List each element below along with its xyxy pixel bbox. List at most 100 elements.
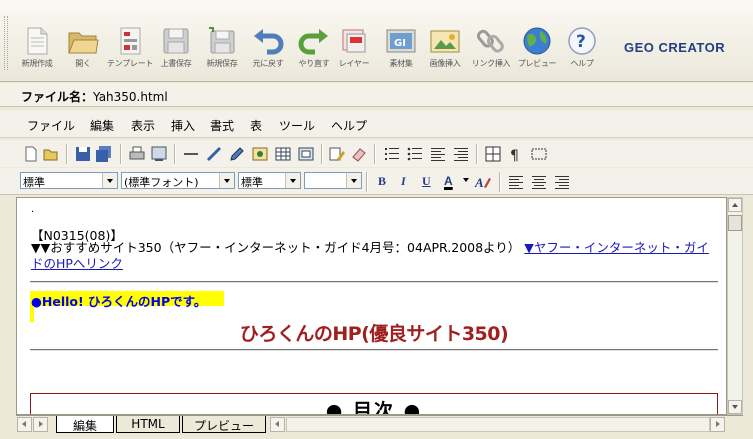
color-select[interactable] bbox=[304, 172, 362, 189]
dot-text: . bbox=[31, 204, 35, 215]
align-left-icon[interactable] bbox=[507, 173, 525, 191]
insert-link-button[interactable]: リンク挿入 bbox=[468, 26, 514, 78]
save-disk-icon[interactable] bbox=[74, 145, 92, 163]
svg-text:?: ? bbox=[576, 32, 586, 52]
intro-text: ▼▼おすすめサイト350（ヤフー・インターネット・ガイド4月号：04APR.20… bbox=[31, 240, 521, 255]
menu-insert[interactable]: 挿入 bbox=[171, 117, 195, 134]
menu-file[interactable]: ファイル bbox=[27, 117, 75, 134]
image-icon[interactable] bbox=[251, 145, 269, 163]
menu-edit[interactable]: 編集 bbox=[90, 117, 114, 134]
hscroll-right-button[interactable] bbox=[710, 417, 725, 432]
align-center-icon[interactable] bbox=[530, 173, 548, 191]
paragraph-style-select[interactable]: 標準 bbox=[20, 172, 118, 189]
help-label: ヘルプ bbox=[570, 59, 594, 68]
table-icon[interactable] bbox=[274, 145, 292, 163]
bold-button[interactable]: B bbox=[378, 174, 386, 189]
paragraph-mark-icon[interactable]: ¶ bbox=[506, 145, 524, 163]
save-as-icon bbox=[209, 27, 235, 54]
save-all-icon[interactable] bbox=[95, 145, 113, 163]
preview-button[interactable]: プレビュー bbox=[514, 26, 560, 78]
frame-icon[interactable] bbox=[297, 145, 315, 163]
font-color-button[interactable]: A bbox=[444, 174, 453, 188]
template-button[interactable]: テンプレート bbox=[107, 26, 153, 78]
horizontal-rule-icon[interactable] bbox=[182, 145, 200, 163]
editor-area[interactable]: . 【N0315(08)】 ▼▼おすすめサイト350（ヤフー・インターネット・ガ… bbox=[16, 197, 727, 415]
toolbar-separator bbox=[476, 144, 478, 164]
open-file-icon[interactable] bbox=[42, 145, 60, 163]
material-button[interactable]: GI 素材集 bbox=[378, 26, 424, 78]
indent-icon[interactable] bbox=[452, 145, 470, 163]
menu-bar: ファイル 編集 表示 挿入 書式 表 ツール ヘルプ bbox=[0, 110, 753, 138]
underline-button[interactable]: U bbox=[422, 174, 431, 189]
font-color-dropdown-icon[interactable] bbox=[463, 178, 469, 182]
horizontal-rule bbox=[30, 349, 718, 351]
horizontal-scrollbar[interactable] bbox=[286, 417, 710, 432]
material-label: 素材集 bbox=[389, 59, 413, 68]
scroll-down-button[interactable] bbox=[728, 400, 742, 414]
outdent-icon[interactable] bbox=[429, 145, 447, 163]
help-button[interactable]: ? ヘルプ bbox=[559, 26, 605, 78]
font-family-value: (標準フォント) bbox=[124, 176, 199, 189]
open-label: 開く bbox=[75, 59, 91, 68]
format-toolbar: 標準 (標準フォント) 標準 B I U A A bbox=[0, 168, 753, 195]
material-icon: GI bbox=[386, 29, 416, 53]
new-page-icon[interactable] bbox=[22, 145, 40, 163]
chevron-down-icon bbox=[219, 173, 234, 188]
form-edit-icon[interactable] bbox=[328, 145, 346, 163]
align-right-icon[interactable] bbox=[553, 173, 571, 191]
pen-icon[interactable] bbox=[228, 145, 246, 163]
font-family-select[interactable]: (標準フォント) bbox=[121, 172, 235, 189]
menu-tools[interactable]: ツール bbox=[279, 117, 315, 134]
print-icon[interactable] bbox=[128, 145, 146, 163]
redo-icon bbox=[298, 29, 328, 55]
toolbar-separator bbox=[321, 144, 323, 164]
menu-view[interactable]: 表示 bbox=[131, 117, 155, 134]
scroll-thumb[interactable] bbox=[728, 215, 742, 231]
toolbar-grip[interactable] bbox=[4, 16, 8, 70]
open-button[interactable]: 開く bbox=[60, 26, 106, 78]
save-as-label: 新規保存 bbox=[206, 59, 238, 68]
undo-button[interactable]: 元に戻す bbox=[245, 26, 291, 78]
toc-heading: ● 目次 ● bbox=[325, 400, 423, 415]
scroll-up-button[interactable] bbox=[728, 198, 742, 212]
insert-image-button[interactable]: 画像挿入 bbox=[422, 26, 468, 78]
open-folder-icon bbox=[68, 32, 99, 54]
preview-label: プレビュー bbox=[517, 59, 557, 68]
layer-button[interactable]: レイヤー bbox=[331, 26, 377, 78]
tab-html[interactable]: HTML bbox=[116, 416, 180, 433]
hscroll-left-button[interactable] bbox=[270, 417, 285, 432]
save-button[interactable]: 上書保存 bbox=[153, 26, 199, 78]
table-border-icon[interactable] bbox=[530, 145, 548, 163]
new-document-button[interactable]: 新規作成 bbox=[14, 26, 60, 78]
toolbar-separator bbox=[120, 144, 122, 164]
menu-help[interactable]: ヘルプ bbox=[331, 117, 367, 134]
tab-scroll-left-button[interactable] bbox=[17, 417, 32, 432]
link-icon[interactable] bbox=[205, 145, 223, 163]
font-size-select[interactable]: 標準 bbox=[238, 172, 301, 189]
bullet-list-icon[interactable] bbox=[406, 145, 424, 163]
italic-button[interactable]: I bbox=[401, 174, 406, 189]
preview-globe-icon bbox=[523, 27, 551, 55]
site-title: ひろくんのHP(優良サイト350) bbox=[239, 323, 509, 345]
toolbar-separator bbox=[174, 144, 176, 164]
filename-label: ファイル名： bbox=[21, 90, 94, 104]
numbered-list-icon[interactable] bbox=[383, 145, 401, 163]
chevron-down-icon bbox=[102, 173, 117, 188]
toolbar-separator bbox=[499, 172, 501, 192]
filename-bar: ファイル名：Yah350.html bbox=[0, 83, 753, 107]
vertical-scrollbar[interactable] bbox=[727, 197, 743, 415]
svg-text:¶: ¶ bbox=[510, 148, 519, 163]
chevron-down-icon bbox=[285, 173, 300, 188]
new-document-label: 新規作成 bbox=[21, 59, 53, 68]
grid-icon[interactable] bbox=[484, 145, 502, 163]
help-icon: ? bbox=[568, 27, 596, 55]
highlight-icon[interactable]: A bbox=[474, 173, 492, 191]
menu-format[interactable]: 書式 bbox=[210, 117, 234, 134]
tab-preview[interactable]: プレビュー bbox=[182, 416, 266, 433]
print-preview-icon[interactable] bbox=[150, 145, 168, 163]
tab-scroll-right-button[interactable] bbox=[33, 417, 48, 432]
save-as-button[interactable]: 新規保存 bbox=[199, 26, 245, 78]
menu-table[interactable]: 表 bbox=[250, 117, 262, 134]
eraser-icon[interactable] bbox=[350, 145, 368, 163]
tab-edit[interactable]: 編集 bbox=[56, 416, 114, 433]
